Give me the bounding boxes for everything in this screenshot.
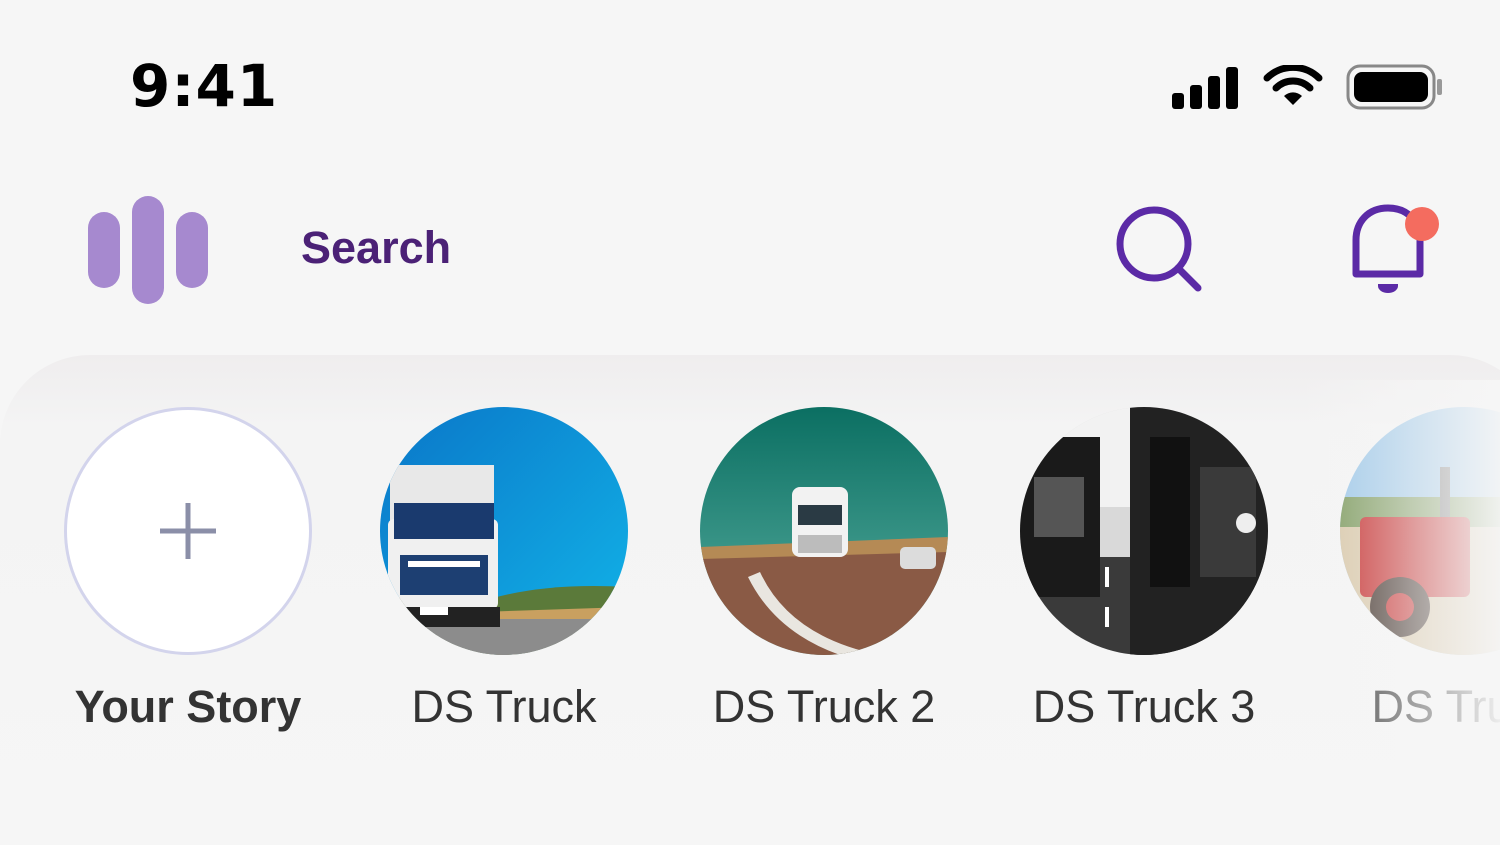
story-thumbnail[interactable]: [380, 407, 628, 655]
bars-logo-icon: [88, 196, 208, 304]
story-thumbnail[interactable]: [1340, 407, 1500, 655]
battery-icon: [1346, 64, 1442, 110]
wifi-icon: [1263, 65, 1323, 105]
story-item[interactable]: DS Truck 2: [699, 407, 949, 733]
search-icon: [1116, 206, 1202, 292]
status-icons: [1172, 64, 1444, 110]
story-label: DS Truck: [1371, 681, 1500, 732]
story-label: DS Truck: [411, 681, 597, 732]
search-title[interactable]: Search: [301, 222, 451, 274]
story-item[interactable]: DS Truck 3: [1019, 407, 1269, 733]
story-item[interactable]: DS Truck: [1339, 407, 1500, 733]
story-thumbnail[interactable]: [700, 407, 948, 655]
app-screen: 9:41 Search Your Story DS Truck DS Truck…: [0, 0, 1500, 845]
signal-icon: [1172, 67, 1238, 109]
story-label: DS Truck 2: [712, 681, 936, 732]
story-thumbnail[interactable]: [1020, 407, 1268, 655]
status-time: 9:41: [130, 52, 279, 120]
story-label: DS Truck 3: [1032, 681, 1256, 732]
story-item[interactable]: DS Truck: [379, 407, 629, 733]
search-button[interactable]: [1114, 204, 1206, 296]
story-add[interactable]: Your Story: [63, 407, 313, 733]
plus-icon: [160, 503, 216, 559]
notifications-button[interactable]: [1346, 204, 1442, 300]
story-label: Your Story: [74, 681, 302, 732]
notification-dot: [1405, 207, 1439, 241]
add-story-circle[interactable]: [64, 407, 312, 655]
